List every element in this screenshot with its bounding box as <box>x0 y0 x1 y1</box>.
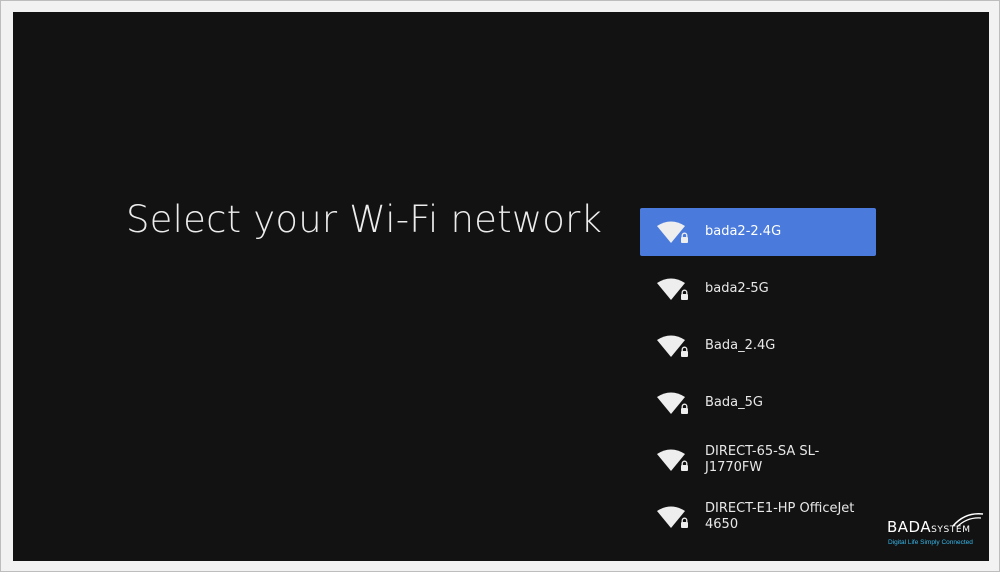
wifi-lock-icon <box>657 221 688 243</box>
window-frame: Select your Wi-Fi network bada2-2.4G bad… <box>0 0 1000 572</box>
wifi-lock-icon <box>657 506 688 528</box>
brand-tagline: Digital Life Simply Connected <box>888 539 973 546</box>
brand-watermark: BADASYSTEM Digital Life Simply Connected <box>873 512 984 560</box>
wifi-lock-icon <box>657 335 688 357</box>
wifi-network-item[interactable]: DIRECT-E1-HP OfficeJet 4650 <box>640 493 876 541</box>
wifi-lock-icon <box>657 392 688 414</box>
network-name: DIRECT-65-SA SL-J1770FW <box>705 444 820 475</box>
wifi-network-item[interactable]: bada2-5G <box>640 265 876 313</box>
network-name: bada2-2.4G <box>705 224 782 239</box>
network-name: bada2-5G <box>705 281 769 296</box>
page-title: Select your Wi-Fi network <box>126 198 603 241</box>
network-name: DIRECT-E1-HP OfficeJet 4650 <box>705 501 855 532</box>
wifi-network-item[interactable]: DIRECT-65-SA SL-J1770FW <box>640 436 876 484</box>
wifi-network-item[interactable]: Bada_5G <box>640 379 876 427</box>
wifi-lock-icon <box>657 449 688 471</box>
wifi-network-item[interactable]: bada2-2.4G <box>640 208 876 256</box>
tv-screen: Select your Wi-Fi network bada2-2.4G bad… <box>13 12 989 561</box>
network-name: Bada_5G <box>705 395 763 410</box>
wifi-network-item[interactable]: Bada_2.4G <box>640 322 876 370</box>
network-name: Bada_2.4G <box>705 338 776 353</box>
wifi-network-list: bada2-2.4G bada2-5G Bada_2.4G Bada_5G DI… <box>640 208 876 550</box>
brand-name: BADASYSTEM <box>887 518 971 536</box>
wifi-lock-icon <box>657 278 688 300</box>
